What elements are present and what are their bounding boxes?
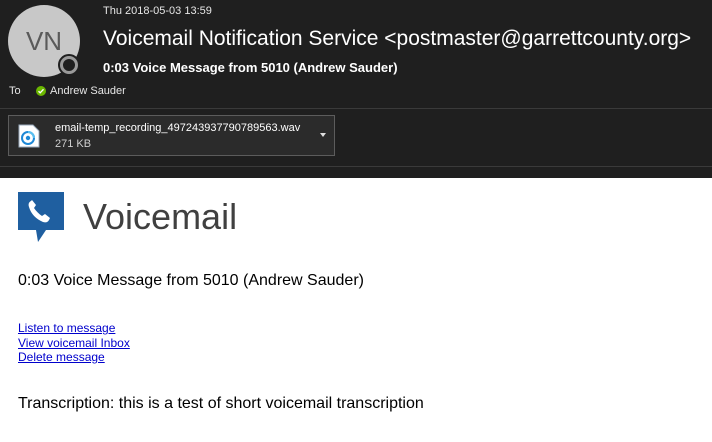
voicemail-transcription: Transcription: this is a test of short v…: [18, 395, 424, 412]
delete-message-link[interactable]: Delete message: [18, 350, 130, 365]
phone-voicemail-icon: [18, 192, 64, 242]
available-status-icon: [36, 86, 46, 96]
recipients-row: To Andrew Sauder: [9, 85, 126, 97]
audio-file-icon: [18, 124, 40, 148]
view-voicemail-inbox-link[interactable]: View voicemail Inbox: [18, 336, 130, 351]
avatar-initials: VN: [25, 26, 63, 56]
sent-date: Thu 2018-05-03 13:59: [103, 5, 212, 17]
attachment-card[interactable]: email-temp_recording_497243937790789563.…: [8, 115, 335, 156]
body-divider: [0, 166, 712, 167]
voicemail-links: Listen to message View voicemail Inbox D…: [18, 321, 130, 365]
presence-status-icon: [58, 54, 80, 76]
message-body: Voicemail 0:03 Voice Message from 5010 (…: [0, 178, 712, 442]
message-subject: 0:03 Voice Message from 5010 (Andrew Sau…: [103, 60, 398, 75]
sender-name[interactable]: Voicemail Notification Service <postmast…: [103, 27, 691, 51]
attachment-menu-chevron-down-icon[interactable]: [320, 133, 326, 137]
voicemail-summary: 0:03 Voice Message from 5010 (Andrew Sau…: [18, 272, 364, 289]
header-divider: [0, 108, 712, 109]
recipient-name[interactable]: Andrew Sauder: [50, 85, 126, 97]
message-header: VN Thu 2018-05-03 13:59 Voicemail Notifi…: [0, 0, 712, 178]
listen-to-message-link[interactable]: Listen to message: [18, 321, 130, 336]
to-label: To: [9, 85, 21, 97]
attachment-size: 271 KB: [55, 138, 92, 150]
voicemail-title: Voicemail: [83, 196, 238, 237]
attachment-filename: email-temp_recording_497243937790789563.…: [55, 122, 301, 134]
